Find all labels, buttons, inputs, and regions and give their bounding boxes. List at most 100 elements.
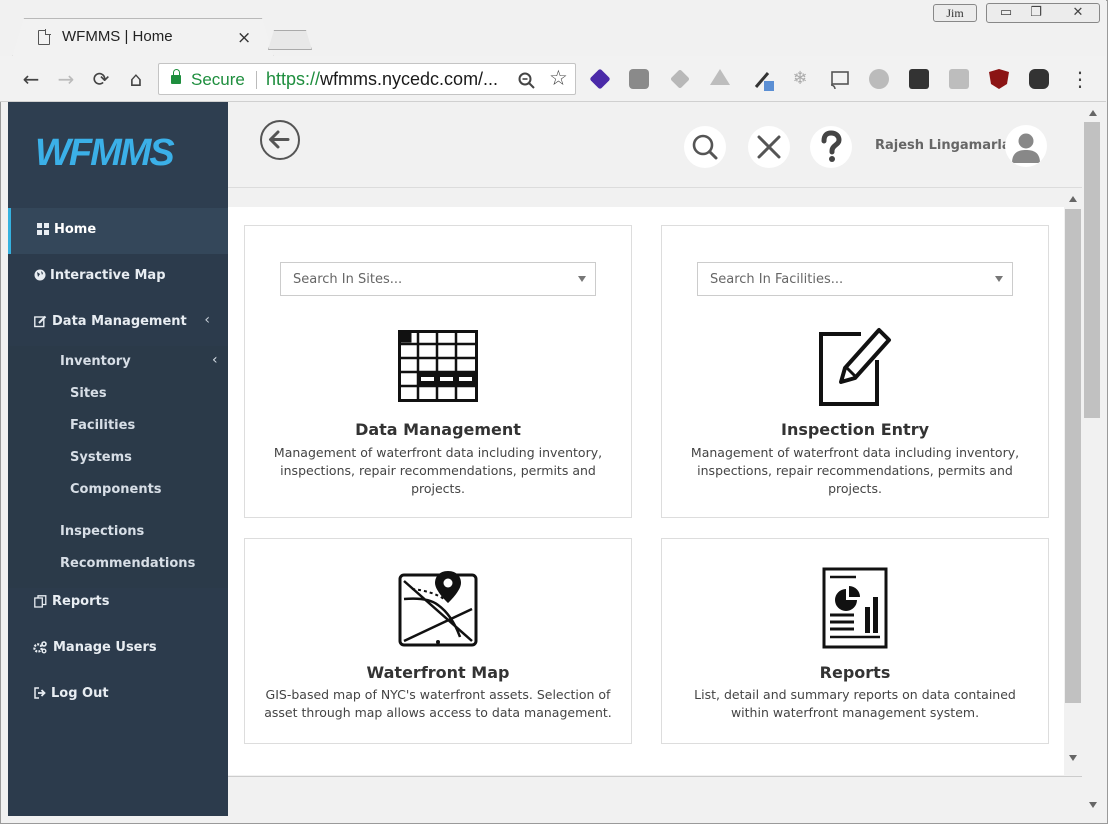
sidebar-label-interactive-map: Interactive Map <box>50 268 166 283</box>
sidebar-item-systems[interactable]: Systems <box>70 450 132 465</box>
sidebar-label-home: Home <box>54 222 97 237</box>
logout-icon <box>33 687 47 701</box>
page-scroll-down-icon[interactable] <box>1089 802 1097 808</box>
card-desc-inspection-entry: Management of waterfront data including … <box>690 445 1020 496</box>
card-desc-data-management: Management of waterfront data including … <box>273 445 603 496</box>
ghostery-icon[interactable] <box>1029 69 1049 89</box>
bookmark-star-icon[interactable]: ☆ <box>549 66 568 90</box>
search-icon <box>692 134 718 160</box>
tab-title: WFMMS | Home <box>62 28 173 45</box>
browser-titlebar: WFMMS | Home × Jim ▭ ❐ ✕ <box>0 0 1106 58</box>
caret-down-icon <box>995 276 1003 282</box>
caret-down-icon <box>578 276 586 282</box>
data-management-submenu: Inventory ‹ Sites Facilities Systems Com… <box>8 346 228 588</box>
back-button[interactable] <box>260 120 300 160</box>
sidebar-item-log-out[interactable]: Log Out <box>8 672 228 718</box>
restore-button[interactable]: ❐ <box>1021 4 1051 22</box>
card-desc-reports: List, detail and summary reports on data… <box>694 687 1016 720</box>
sidebar-item-facilities[interactable]: Facilities <box>70 418 135 433</box>
table-grid-icon <box>398 330 478 402</box>
address-url[interactable]: https://wfmms.nycedc.com/... <box>266 69 498 90</box>
edit-icon <box>33 315 47 329</box>
card-title-reports: Reports <box>819 663 891 682</box>
page-scroll-thumb[interactable] <box>1084 122 1100 418</box>
scroll-down-icon[interactable] <box>1069 755 1077 761</box>
edit-note-icon <box>819 328 891 406</box>
zoom-icon[interactable] <box>517 71 537 91</box>
lock-icon <box>171 69 181 84</box>
drive-icon[interactable] <box>710 69 730 85</box>
card-title-data-management: Data Management <box>355 420 521 439</box>
sidebar-item-reports[interactable]: Reports <box>8 580 228 626</box>
browser-menu-icon[interactable]: ⋮ <box>1066 65 1094 93</box>
home-icon[interactable]: ⌂ <box>122 65 150 93</box>
app-sidebar: WFMMS Home Interactive Map Data Manageme… <box>8 102 228 816</box>
card-desc-waterfront-map: GIS-based map of NYC's waterfront assets… <box>264 687 612 720</box>
sidebar-label-manage-users: Manage Users <box>53 640 157 655</box>
sites-search-select[interactable]: Search In Sites... <box>280 262 596 296</box>
app-logo[interactable]: WFMMS <box>35 132 175 175</box>
page-scrollbar[interactable] <box>1082 102 1104 816</box>
tiles-icon[interactable] <box>949 69 969 89</box>
brand-area: WFMMS <box>8 102 228 208</box>
extension-icon-3[interactable] <box>670 69 690 89</box>
card-title-waterfront-map: Waterfront Map <box>366 663 510 682</box>
forward-icon[interactable]: → <box>52 65 80 93</box>
extension-icon-1[interactable] <box>589 68 611 90</box>
minimize-button[interactable]: ▭ <box>991 4 1021 22</box>
sidebar-item-manage-users[interactable]: Manage Users <box>8 626 228 672</box>
app-header: Rajesh Lingamarla <box>228 102 1082 188</box>
close-button[interactable] <box>748 126 790 168</box>
reload-icon[interactable]: ⟳ <box>87 65 115 93</box>
user-name[interactable]: Rajesh Lingamarla <box>875 138 1011 153</box>
sidebar-item-components[interactable]: Components <box>70 482 162 497</box>
ublock-icon[interactable] <box>989 69 1009 89</box>
cast-icon[interactable] <box>829 69 849 90</box>
sites-search-placeholder: Search In Sites... <box>293 272 403 287</box>
sidebar-label-log-out: Log Out <box>51 686 109 701</box>
eyedropper-icon[interactable] <box>752 69 774 91</box>
browser-toolbar: ← → ⟳ ⌂ Secure https://wfmms.nycedc.com/… <box>0 56 1106 102</box>
close-icon <box>757 135 781 159</box>
film-icon[interactable] <box>909 69 929 89</box>
card-reports[interactable]: Reports List, detail and summary reports… <box>661 538 1049 744</box>
secure-label: Secure <box>191 70 245 89</box>
content-scroll-thumb[interactable] <box>1065 209 1081 703</box>
sidebar-label-data-management: Data Management <box>52 314 187 329</box>
back-icon[interactable]: ← <box>17 65 45 93</box>
sidebar-item-inventory[interactable]: Inventory <box>60 354 131 369</box>
extension-icon-2[interactable] <box>629 69 649 89</box>
card-data-management[interactable]: Search In Sites... Data Management Manag… <box>244 225 632 518</box>
dashboard-content: Search In Sites... Data Management Manag… <box>228 207 1064 775</box>
map-pin-icon <box>398 571 478 647</box>
sidebar-item-data-management[interactable]: Data Management ‹ <box>8 300 228 346</box>
window-user-badge[interactable]: Jim <box>933 4 977 22</box>
content-scrollbar[interactable] <box>1064 193 1082 771</box>
card-inspection-entry[interactable]: Search In Facilities... Inspection Entry… <box>661 225 1049 518</box>
question-icon <box>821 130 842 162</box>
page-footer <box>228 776 1082 816</box>
new-tab-button[interactable] <box>268 30 312 50</box>
avatar[interactable] <box>1005 125 1047 167</box>
gears-icon <box>33 641 47 655</box>
card-waterfront-map[interactable]: Waterfront Map GIS-based map of NYC's wa… <box>244 538 632 744</box>
sidebar-item-home[interactable]: Home <box>8 208 228 254</box>
help-button[interactable] <box>810 126 852 168</box>
search-button[interactable] <box>684 126 726 168</box>
snowflake-icon[interactable]: ❄ <box>790 69 810 89</box>
page-icon <box>38 29 51 45</box>
sidebar-label-reports: Reports <box>52 594 110 609</box>
sidebar-item-interactive-map[interactable]: Interactive Map <box>8 254 228 300</box>
tab-close-icon[interactable]: × <box>237 28 251 48</box>
facilities-search-placeholder: Search In Facilities... <box>710 272 844 287</box>
page-scroll-up-icon[interactable] <box>1089 110 1097 116</box>
address-bar[interactable]: Secure https://wfmms.nycedc.com/... ☆ <box>158 63 576 95</box>
sidebar-item-recommendations[interactable]: Recommendations <box>60 556 195 571</box>
close-window-button[interactable]: ✕ <box>1063 4 1093 22</box>
skype-icon[interactable] <box>869 69 889 89</box>
facilities-search-select[interactable]: Search In Facilities... <box>697 262 1013 296</box>
arrow-left-icon <box>269 130 290 149</box>
scroll-up-icon[interactable] <box>1069 196 1077 202</box>
sidebar-item-inspections[interactable]: Inspections <box>60 524 144 539</box>
sidebar-item-sites[interactable]: Sites <box>70 386 107 401</box>
